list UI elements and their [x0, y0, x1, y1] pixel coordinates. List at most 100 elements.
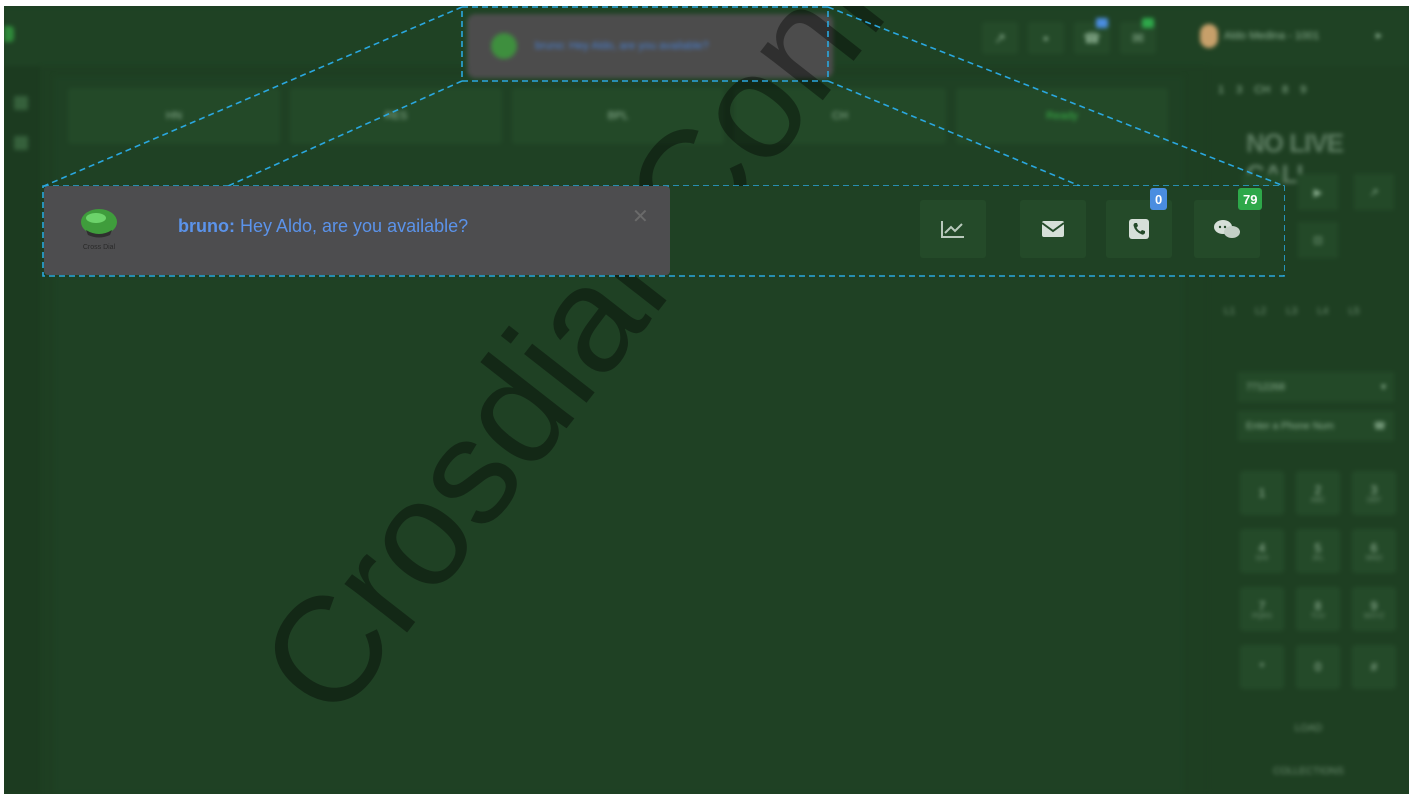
line-label: L5 [1348, 306, 1360, 317]
hold-button[interactable]: ⊡ [1298, 222, 1338, 258]
key-letters: TUV [1311, 612, 1325, 620]
stat-card[interactable]: RES [290, 88, 502, 144]
line-number[interactable]: 3 [1236, 84, 1242, 96]
avatar [1200, 24, 1218, 48]
line-row: L1 L2 L3 L4 L5 [1224, 306, 1360, 317]
rail-lock-icon[interactable] [14, 136, 28, 150]
toast-message: bruno: Hey Aldo, are you available? [535, 40, 709, 52]
keypad-key[interactable]: 5 JKL [1296, 529, 1340, 573]
key-letters: ABC [1310, 496, 1326, 504]
line-number[interactable]: 1 [1218, 84, 1224, 96]
close-icon[interactable]: ✕ [632, 204, 649, 229]
keypad-key[interactable]: 1 [1240, 471, 1284, 515]
transfer-button[interactable]: ↗ [1354, 174, 1394, 210]
stat-card[interactable]: CH [734, 88, 946, 144]
chevron-down-icon: ▾ [1380, 381, 1386, 393]
rail-phone-icon[interactable] [14, 96, 28, 110]
keypad-key[interactable]: 2 ABC [1296, 471, 1340, 515]
key-digit: 9 [1370, 598, 1378, 613]
notification-toast[interactable]: Cross Dial bruno: Hey Aldo, are you avai… [44, 186, 670, 275]
toast-sender: bruno: [178, 216, 235, 236]
keypad-key[interactable]: 3 DEF [1352, 471, 1396, 515]
keypad-key[interactable]: 8 TUV [1296, 587, 1340, 631]
email-button[interactable] [1020, 200, 1086, 258]
stat-card-ready[interactable]: Ready [956, 88, 1168, 144]
crossdial-logo-icon [491, 33, 517, 59]
keypad-key[interactable]: # [1352, 645, 1396, 689]
user-menu[interactable]: Aldo Medina - 1001 [1200, 24, 1319, 48]
stat-card[interactable]: HN [68, 88, 280, 144]
chat-button[interactable]: 79 [1194, 188, 1263, 258]
crossdial-logo-icon: Cross Dial [81, 209, 117, 251]
toast-body: Hey Aldo, are you available? [234, 216, 469, 236]
calls-button[interactable]: 0 [1106, 188, 1172, 258]
key-digit: 7 [1258, 598, 1266, 613]
stat-card-label: Ready [1046, 110, 1078, 122]
app-window: ↗ ▪ ☎ ✉ Aldo Medina - 1001 ▸ HN RES BPL … [4, 6, 1409, 794]
key-digit: 2 [1314, 482, 1322, 497]
user-label: Aldo Medina - 1001 [1224, 30, 1320, 42]
stat-card-label: RES [384, 110, 408, 122]
phone-square-icon [1129, 219, 1149, 239]
keypad-key[interactable]: 7 PQRS [1240, 587, 1284, 631]
phone-icon[interactable]: ☎ [1074, 18, 1110, 54]
collections-button[interactable]: COLLECTIONS [1208, 766, 1409, 777]
key-digit: 5 [1314, 540, 1322, 555]
key-letters: WXYZ [1363, 612, 1385, 620]
dialer-panel: 1 3 CH 8 9 NO LIVE CALL ▪ ▶ ↗ ⊡ L1 L2 L3… [1208, 66, 1409, 794]
phone-input-placeholder: Enter a Phone Num [1246, 420, 1334, 432]
keypad-key[interactable]: 9 WXYZ [1352, 587, 1396, 631]
key-digit: 3 [1370, 482, 1378, 497]
caller-id-value: 7712268 [1246, 381, 1285, 393]
key-digit: 6 [1370, 540, 1378, 555]
dial-keypad: 1 2 ABC 3 DEF 4 GHI 5 JKL 6 MNO 7 PQRS 8 TUV 9W… [1240, 471, 1396, 689]
keypad-key[interactable]: * [1240, 645, 1284, 689]
keypad-key[interactable]: 0 [1296, 645, 1340, 689]
stat-card[interactable]: BPL [512, 88, 724, 144]
caller-id-select[interactable]: 7712268 ▾ [1238, 372, 1394, 402]
stat-cards: HN RES BPL CH Ready [68, 88, 1168, 144]
chat-count-badge: 79 [1238, 188, 1263, 210]
key-digit: * [1259, 660, 1265, 674]
chart-line-icon [941, 221, 964, 238]
chat-icon[interactable]: ✉ [1120, 18, 1156, 54]
chevron-down-icon[interactable]: ▸ [1376, 28, 1382, 42]
envelope-icon [1041, 221, 1065, 237]
key-letters: PQRS [1252, 612, 1272, 620]
chat-bubbles-icon [1214, 220, 1240, 238]
menu-toggle[interactable] [4, 26, 14, 42]
stat-card-label: BPL [607, 110, 629, 122]
load-button[interactable]: LOAD [1208, 723, 1409, 734]
toast-message: bruno: Hey Aldo, are you available? [178, 216, 468, 237]
phone-icon: ☎ [1373, 420, 1386, 432]
notification-toast-original: bruno: Hey Aldo, are you available? [467, 14, 833, 78]
chart-icon[interactable]: ↗ [982, 22, 1018, 54]
keypad-key[interactable]: 6 MNO [1352, 529, 1396, 573]
phone-number-input[interactable]: Enter a Phone Num ☎ [1238, 411, 1394, 441]
key-digit: 1 [1258, 486, 1266, 500]
line-label: L4 [1317, 306, 1329, 317]
play-button[interactable]: ▶ [1298, 174, 1338, 210]
action-strip: 0 79 [670, 186, 1284, 275]
line-number[interactable]: 8 [1282, 84, 1288, 96]
line-label: L3 [1286, 306, 1298, 317]
line-label: L1 [1224, 306, 1236, 317]
key-digit: 4 [1258, 540, 1266, 555]
key-letters: GHI [1255, 554, 1269, 562]
left-rail [4, 66, 40, 794]
line-numbers: 1 3 CH 8 9 [1218, 84, 1306, 96]
stats-button[interactable] [920, 200, 986, 258]
line-number[interactable]: 9 [1300, 84, 1306, 96]
main-content: HN RES BPL CH Ready [54, 76, 1184, 794]
key-digit: # [1370, 660, 1378, 674]
keypad-key[interactable]: 4 GHI [1240, 529, 1284, 573]
line-number[interactable]: CH [1254, 84, 1270, 96]
calls-count-badge: 0 [1150, 188, 1168, 210]
trash-icon[interactable]: ▪ [1028, 22, 1064, 54]
header-icons: ↗ ▪ ☎ ✉ [982, 18, 1156, 54]
logo-text: Cross Dial [83, 244, 116, 251]
key-letters: DEF [1367, 496, 1381, 504]
stat-card-label: HN [166, 110, 182, 122]
key-digit: 0 [1314, 660, 1322, 674]
line-label: L2 [1255, 306, 1267, 317]
